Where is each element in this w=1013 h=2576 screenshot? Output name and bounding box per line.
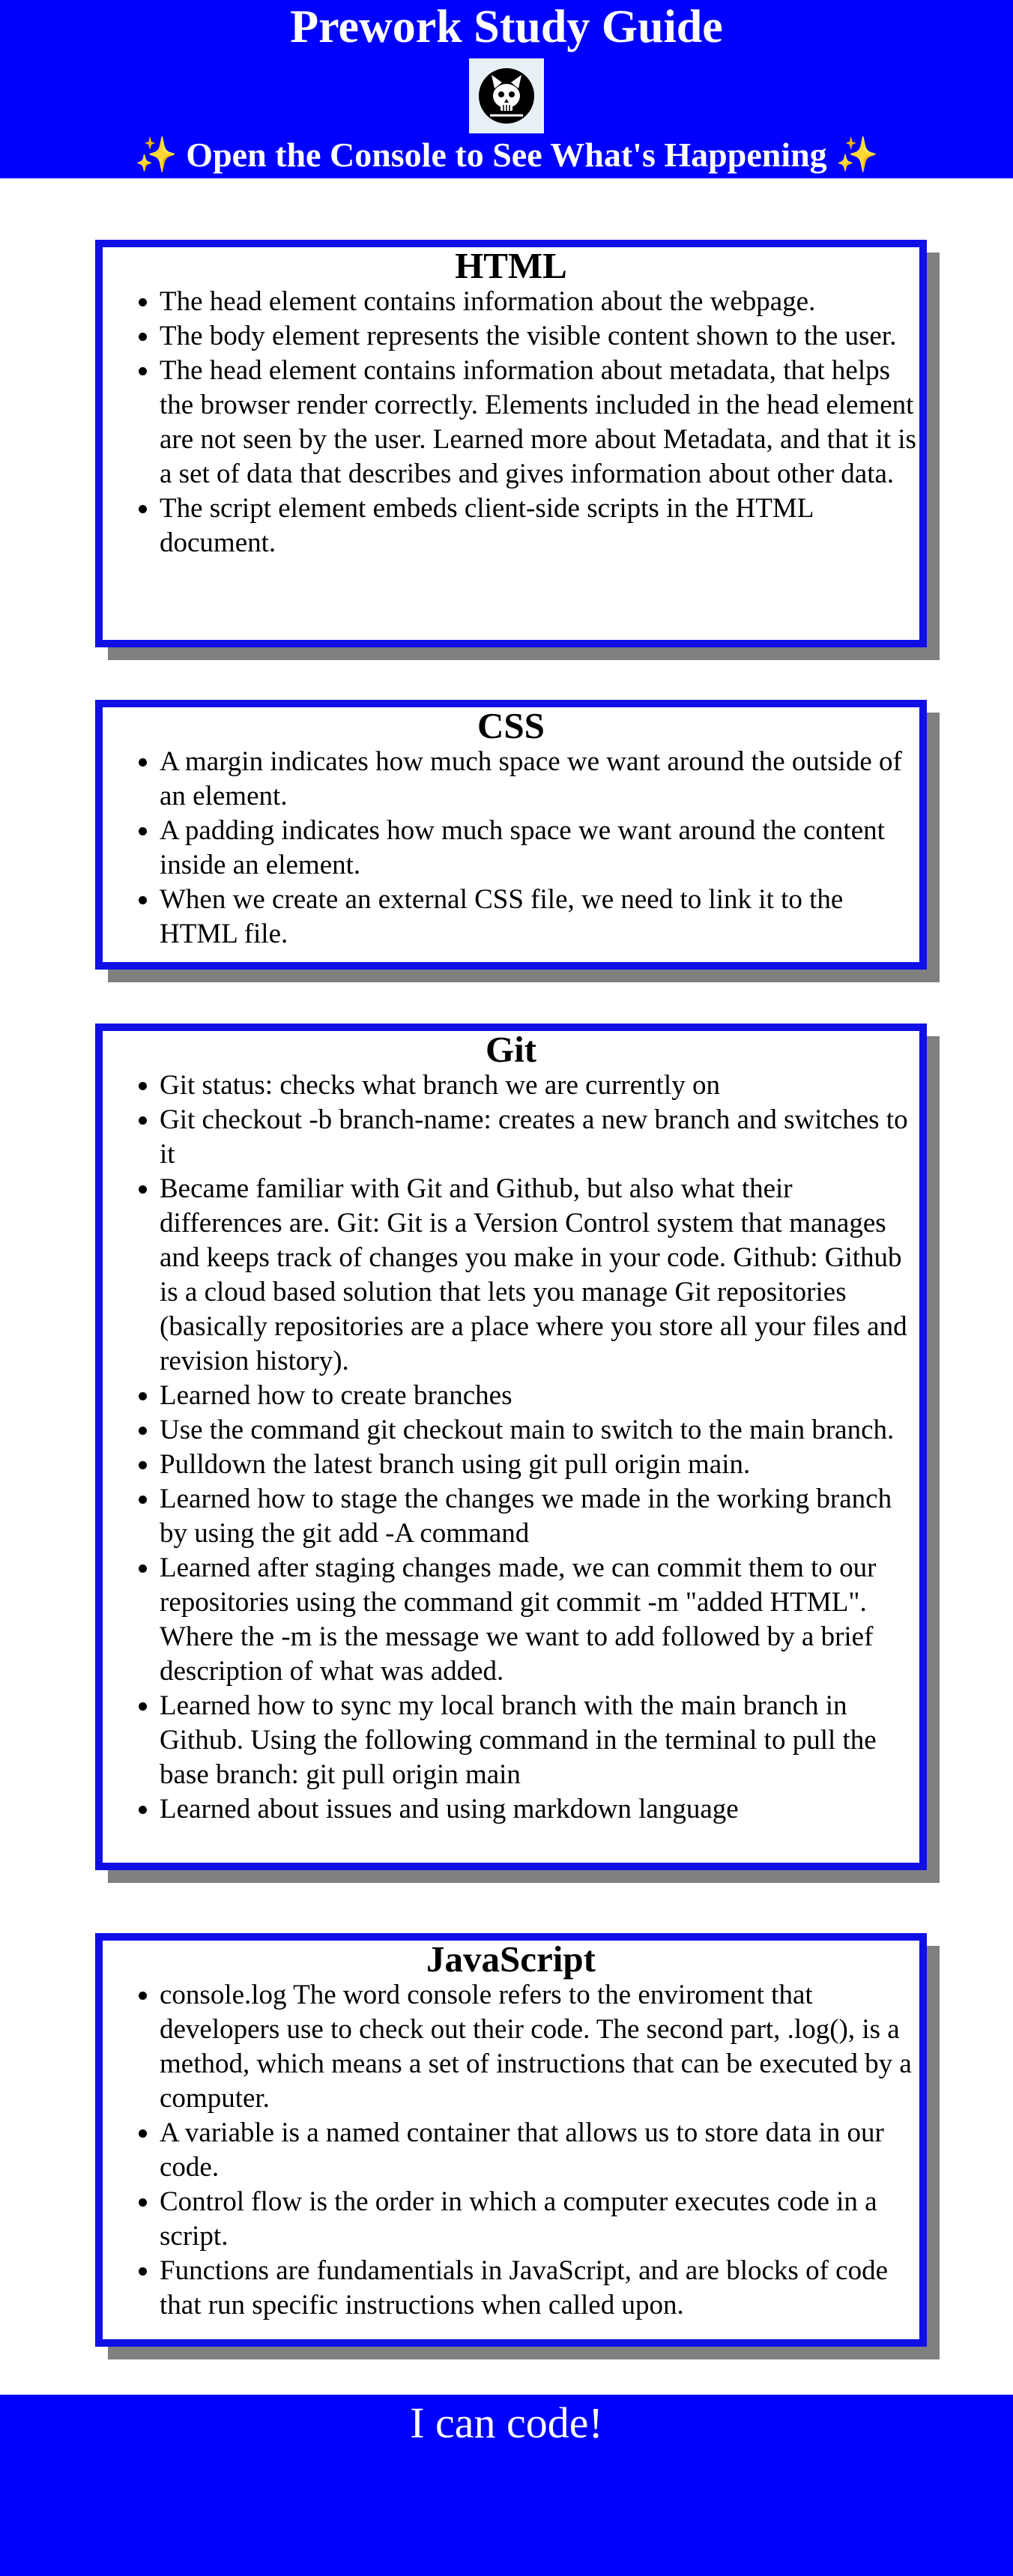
sparkle-icon: ✨ xyxy=(134,136,178,174)
list-item: Learned how to stage the changes we made… xyxy=(160,1482,919,1551)
list-item: The body element represents the visible … xyxy=(160,319,919,354)
list-item: Learned how to sync my local branch with… xyxy=(160,1689,919,1792)
list-item: Learned about issues and using markdown … xyxy=(160,1792,919,1827)
css-list: A margin indicates how much space we wan… xyxy=(103,745,919,952)
page-header: Prework Study Guide ✨ Open the Console t… xyxy=(0,0,1013,178)
list-item: Git checkout -b branch-name: creates a n… xyxy=(160,1103,919,1172)
javascript-section: JavaScript console.log The word console … xyxy=(95,1933,927,2347)
console-subtitle: ✨ Open the Console to See What's Happeni… xyxy=(0,133,1013,177)
footer-text: I can code! xyxy=(410,2398,603,2447)
git-list: Git status: checks what branch we are cu… xyxy=(103,1068,919,1827)
sparkle-icon: ✨ xyxy=(835,136,879,174)
list-item: Pulldown the latest branch using git pul… xyxy=(160,1448,919,1482)
list-item: The script element embeds client-side sc… xyxy=(160,492,919,560)
list-item: A margin indicates how much space we wan… xyxy=(160,745,919,814)
javascript-list: console.log The word console refers to t… xyxy=(103,1978,919,2323)
page-title: Prework Study Guide xyxy=(290,1,723,52)
section-title: CSS xyxy=(477,705,545,746)
page-footer: I can code! xyxy=(0,2395,1013,2576)
html-section: HTML The head element contains informati… xyxy=(95,240,927,647)
list-item: The head element contains information ab… xyxy=(160,285,919,319)
list-item: console.log The word console refers to t… xyxy=(160,1978,919,2116)
section-title: Git xyxy=(485,1029,537,1070)
git-section: Git Git status: checks what branch we ar… xyxy=(95,1024,927,1870)
css-section: CSS A margin indicates how much space we… xyxy=(95,700,927,970)
list-item: Learned after staging changes made, we c… xyxy=(160,1551,919,1689)
list-item: A padding indicates how much space we wa… xyxy=(160,814,919,883)
list-item: Use the command git checkout main to swi… xyxy=(160,1413,919,1448)
list-item: A variable is a named container that all… xyxy=(160,2116,919,2185)
list-item: When we create an external CSS file, we … xyxy=(160,883,919,952)
section-title: HTML xyxy=(455,245,567,286)
list-item: Functions are fundamentials in JavaScrip… xyxy=(160,2254,919,2323)
list-item: The head element contains information ab… xyxy=(160,354,919,492)
list-item: Control flow is the order in which a com… xyxy=(160,2185,919,2254)
subtitle-text: Open the Console to See What's Happening xyxy=(186,136,827,174)
avatar xyxy=(469,58,544,133)
list-item: Learned how to create branches xyxy=(160,1379,919,1413)
section-title: JavaScript xyxy=(426,1938,596,1980)
list-item: Git status: checks what branch we are cu… xyxy=(160,1068,919,1103)
list-item: Became familiar with Git and Github, but… xyxy=(160,1172,919,1379)
html-list: The head element contains information ab… xyxy=(103,285,919,560)
cat-skull-icon xyxy=(479,68,534,124)
